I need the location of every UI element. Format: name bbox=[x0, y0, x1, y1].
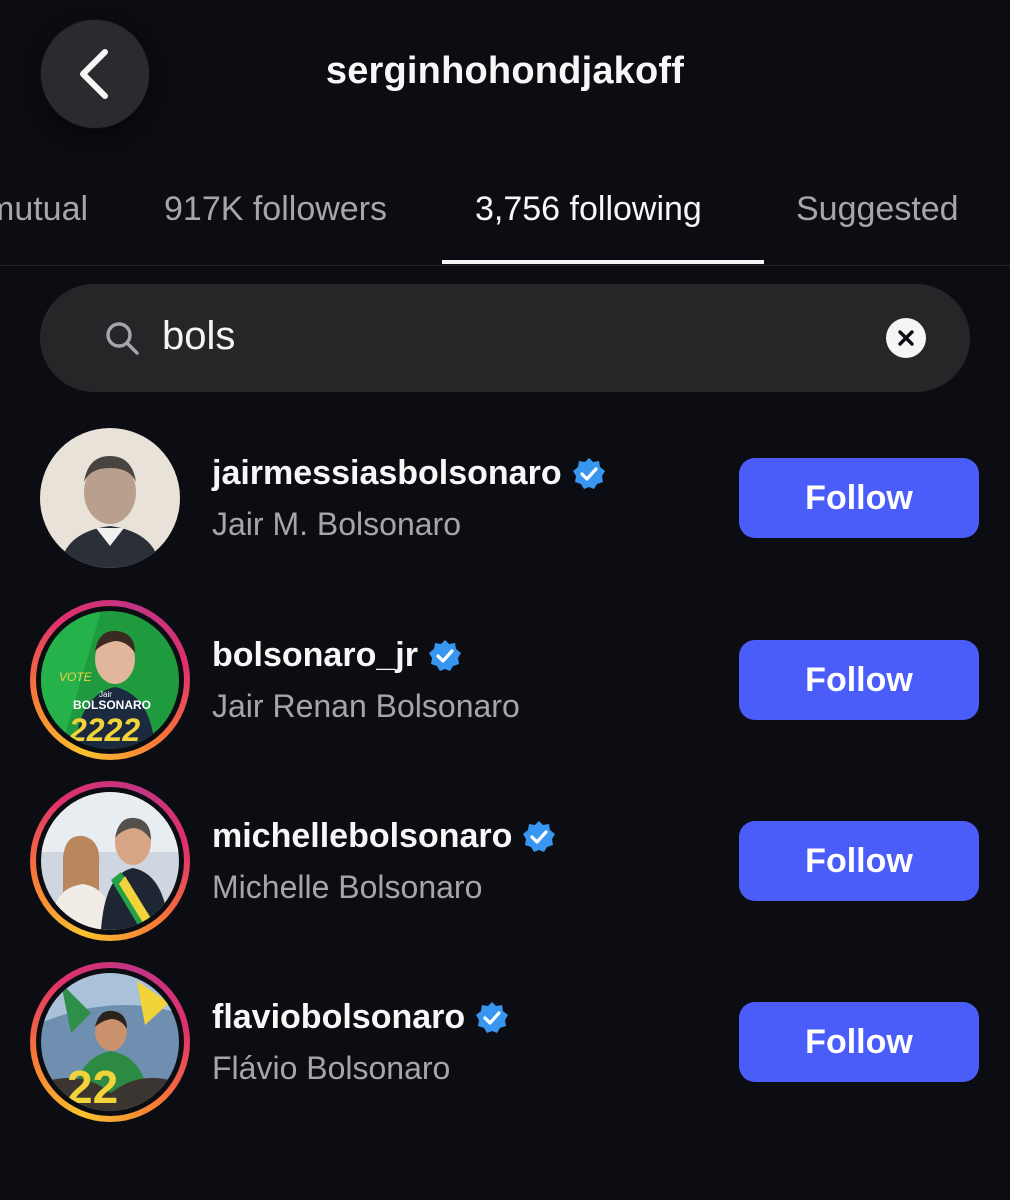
avatar[interactable]: VOTE Jair BOLSONARO 2222 bbox=[30, 600, 190, 760]
page-title: serginhohondjakoff bbox=[325, 50, 685, 92]
avatar-photo: VOTE Jair BOLSONARO 2222 bbox=[41, 611, 179, 749]
follow-button[interactable]: Follow bbox=[739, 458, 979, 538]
username[interactable]: bolsonaro_jr bbox=[212, 636, 418, 675]
verified-badge-icon bbox=[476, 1001, 509, 1033]
list-item[interactable]: michellebolsonaro Michelle Bolsonaro Fol… bbox=[0, 781, 1010, 951]
avatar[interactable] bbox=[30, 428, 190, 588]
search-input[interactable]: bols bbox=[162, 314, 235, 359]
active-tab-indicator bbox=[442, 260, 764, 264]
clear-search-button[interactable] bbox=[886, 318, 926, 358]
follow-button[interactable]: Follow bbox=[739, 1002, 979, 1082]
verified-badge-icon bbox=[572, 457, 605, 489]
avatar[interactable]: 22 bbox=[30, 962, 190, 1122]
avatar-photo bbox=[40, 428, 180, 568]
full-name: Michelle Bolsonaro bbox=[212, 869, 483, 905]
username-row: michellebolsonaro bbox=[212, 817, 556, 856]
follow-button[interactable]: Follow bbox=[739, 640, 979, 720]
search-bar[interactable]: bols bbox=[40, 284, 970, 392]
tab-following[interactable]: 3,756 following bbox=[475, 190, 702, 229]
username-row: jairmessiasbolsonaro bbox=[212, 454, 606, 493]
username[interactable]: michellebolsonaro bbox=[212, 817, 512, 856]
svg-text:BOLSONARO: BOLSONARO bbox=[73, 698, 151, 712]
list-item[interactable]: 22 flaviobolsonaro Flávio Bolsonaro Foll… bbox=[0, 962, 1010, 1132]
username[interactable]: flaviobolsonaro bbox=[212, 998, 465, 1037]
search-icon bbox=[106, 322, 139, 355]
username-row: flaviobolsonaro bbox=[212, 998, 509, 1037]
avatar[interactable] bbox=[30, 781, 190, 941]
verified-badge-icon bbox=[428, 639, 461, 671]
header: serginhohondjakoff bbox=[0, 0, 1010, 150]
tab-mutual[interactable]: mutual bbox=[0, 190, 88, 229]
svg-text:VOTE: VOTE bbox=[59, 670, 93, 684]
list-item[interactable]: jairmessiasbolsonaro Jair M. Bolsonaro F… bbox=[0, 428, 1010, 588]
full-name: Jair Renan Bolsonaro bbox=[212, 688, 520, 724]
follow-button[interactable]: Follow bbox=[739, 821, 979, 901]
clear-icon bbox=[898, 330, 914, 346]
username-row: bolsonaro_jr bbox=[212, 636, 462, 675]
avatar-photo bbox=[41, 792, 179, 930]
tab-bar: mutual 917K followers 3,756 following Su… bbox=[0, 180, 1010, 266]
username[interactable]: jairmessiasbolsonaro bbox=[212, 454, 562, 493]
tab-suggested[interactable]: Suggested bbox=[796, 190, 959, 229]
full-name: Jair M. Bolsonaro bbox=[212, 506, 461, 542]
avatar-photo: 22 bbox=[41, 973, 179, 1111]
list-item[interactable]: VOTE Jair BOLSONARO 2222 bolsonaro_jr Ja… bbox=[0, 600, 1010, 770]
tab-followers[interactable]: 917K followers bbox=[164, 190, 387, 229]
full-name: Flávio Bolsonaro bbox=[212, 1050, 451, 1086]
verified-badge-icon bbox=[523, 820, 556, 852]
